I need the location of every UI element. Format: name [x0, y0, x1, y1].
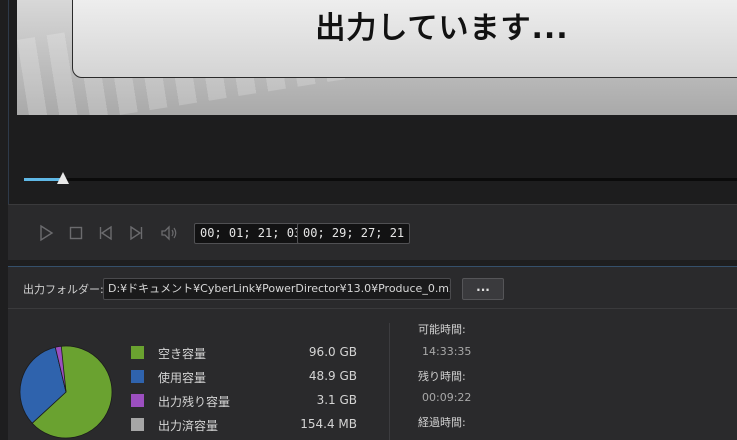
legend-value: 96.0 GB [308, 345, 357, 359]
legend-value: 154.4 MB [300, 417, 357, 431]
legend-output-done: 出力済容量 154.4 MB [131, 417, 361, 433]
seek-thumb[interactable] [57, 172, 70, 184]
available-time-label: 可能時間: [418, 323, 466, 336]
caption-card: 出力しています... [72, 0, 737, 78]
output-folder-field[interactable]: D:¥ドキュメント¥CyberLink¥PowerDirector¥13.0¥P… [103, 278, 451, 300]
legend-label: 出力残り容量 [158, 395, 231, 409]
disk-usage-pie-chart [19, 345, 113, 439]
output-folder-row: 出力フォルダー: D:¥ドキュメント¥CyberLink¥PowerDirect… [8, 267, 737, 309]
output-folder-label: 出力フォルダー: [23, 283, 104, 296]
legend-value: 48.9 GB [308, 369, 357, 383]
output-panel: 出力フォルダー: D:¥ドキュメント¥CyberLink¥PowerDirect… [8, 266, 737, 440]
legend-free-space: 空き容量 96.0 GB [131, 345, 361, 361]
legend-label: 出力済容量 [158, 419, 219, 433]
seek-bar[interactable] [24, 178, 737, 181]
legend-swatch [131, 370, 144, 383]
legend-used-space: 使用容量 48.9 GB [131, 369, 361, 385]
legend-output-remaining: 出力残り容量 3.1 GB [131, 393, 361, 409]
legend-swatch [131, 394, 144, 407]
play-icon[interactable] [37, 224, 55, 242]
producing-caption: 出力しています... [315, 11, 569, 46]
available-time-value: 14:33:35 [422, 345, 472, 358]
legend-value: 3.1 GB [316, 393, 357, 407]
preview-video: 出力しています... [17, 0, 737, 115]
stop-icon[interactable] [67, 224, 85, 242]
total-timecode: 00; 29; 27; 21 [297, 223, 411, 244]
panel-divider [389, 323, 390, 440]
playback-controls: 00; 01; 21; 03 00; 29; 27; 21 [8, 204, 737, 260]
produce-window: 出力しています... 00; 01; 21; 03 00; 29; 27; 21… [0, 0, 737, 440]
legend-label: 使用容量 [158, 371, 207, 385]
browse-button[interactable]: ... [462, 278, 504, 300]
legend-swatch [131, 418, 144, 431]
elapsed-time-label: 経過時間: [418, 416, 466, 429]
next-frame-icon[interactable] [127, 224, 145, 242]
legend-swatch [131, 346, 144, 359]
legend-label: 空き容量 [158, 347, 207, 361]
previous-frame-icon[interactable] [97, 224, 115, 242]
current-timecode: 00; 01; 21; 03 [194, 223, 308, 244]
remaining-time-value: 00:09:22 [422, 391, 472, 404]
remaining-time-label: 残り時間: [418, 370, 466, 383]
volume-icon[interactable] [160, 224, 178, 242]
